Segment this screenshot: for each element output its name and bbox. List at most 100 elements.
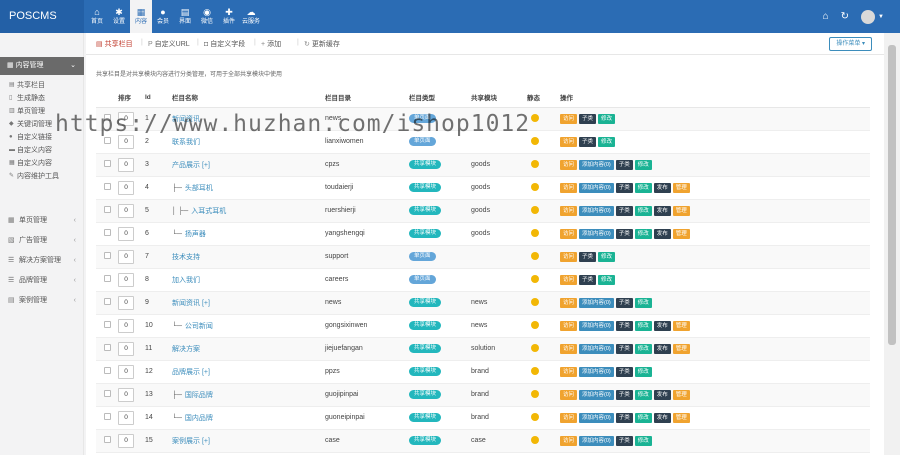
category-name-link[interactable]: 解决方案 [172, 346, 200, 353]
action-button[interactable]: 子类 [615, 159, 633, 170]
sidebar-menu-3[interactable]: ☰ 品牌管理 ‹ [0, 271, 84, 291]
action-button[interactable]: 访问 [560, 136, 578, 147]
order-input[interactable]: 0 [118, 410, 134, 425]
static-status-icon[interactable] [531, 274, 539, 283]
action-button[interactable]: 添加内容(0) [579, 412, 614, 423]
action-button[interactable]: 修改 [598, 113, 616, 124]
order-input[interactable]: 0 [118, 226, 134, 241]
topnav-item-0[interactable]: ⌂ 首页 [86, 0, 108, 33]
category-name-link[interactable]: 扬声器 [185, 231, 206, 238]
action-button[interactable]: 访问 [560, 228, 578, 239]
category-name-link[interactable]: 案例展示 [+] [172, 438, 210, 445]
action-button[interactable]: 添加内容(0) [579, 320, 614, 331]
order-input[interactable]: 0 [118, 364, 134, 379]
action-button[interactable]: 管理 [672, 205, 690, 216]
static-status-icon[interactable] [531, 205, 539, 214]
action-button[interactable]: 子类 [615, 205, 633, 216]
refresh-icon[interactable]: ↻ [841, 11, 849, 22]
row-checkbox[interactable] [104, 252, 111, 259]
action-button[interactable]: 修改 [634, 366, 652, 377]
order-input[interactable]: 0 [118, 272, 134, 287]
action-button[interactable]: 子类 [615, 366, 633, 377]
action-button[interactable]: 修改 [634, 343, 652, 354]
tab-3[interactable]: + 添加 [261, 39, 281, 49]
static-status-icon[interactable] [531, 297, 539, 306]
static-status-icon[interactable] [531, 320, 539, 329]
static-status-icon[interactable] [531, 343, 539, 352]
tab-0[interactable]: ▤ 共享栏目 [96, 39, 133, 49]
action-button[interactable]: 访问 [560, 182, 578, 193]
category-name-link[interactable]: 国内品牌 [185, 415, 213, 422]
action-button[interactable]: 访问 [560, 251, 578, 262]
category-name-link[interactable]: 国际品牌 [185, 392, 213, 399]
action-button[interactable]: 修改 [634, 159, 652, 170]
row-checkbox[interactable] [104, 344, 111, 351]
row-checkbox[interactable] [104, 367, 111, 374]
sidebar-menu-1[interactable]: ▧ 广告管理 ‹ [0, 231, 84, 251]
row-checkbox[interactable] [104, 413, 111, 420]
row-checkbox[interactable] [104, 229, 111, 236]
topnav-item-4[interactable]: ▤ 界面 [174, 0, 196, 33]
action-button[interactable]: 访问 [560, 389, 578, 400]
action-button[interactable]: 添加内容(0) [579, 297, 614, 308]
action-button[interactable]: 子类 [579, 136, 597, 147]
action-button[interactable]: 发布 [653, 320, 671, 331]
chevron-down-icon[interactable]: ▼ [878, 14, 884, 20]
action-button[interactable]: 访问 [560, 274, 578, 285]
action-button[interactable]: 子类 [615, 435, 633, 446]
order-input[interactable]: 0 [118, 433, 134, 448]
action-button[interactable]: 子类 [615, 412, 633, 423]
static-status-icon[interactable] [531, 113, 539, 122]
action-button[interactable]: 添加内容(0) [579, 182, 614, 193]
action-button[interactable]: 管理 [672, 228, 690, 239]
action-button[interactable]: 访问 [560, 412, 578, 423]
action-button[interactable]: 添加内容(0) [579, 205, 614, 216]
action-button[interactable]: 访问 [560, 113, 578, 124]
row-checkbox[interactable] [104, 298, 111, 305]
action-button[interactable]: 管理 [672, 320, 690, 331]
action-button[interactable]: 添加内容(0) [579, 435, 614, 446]
action-button[interactable]: 访问 [560, 297, 578, 308]
action-button[interactable]: 修改 [634, 205, 652, 216]
action-button[interactable]: 发布 [653, 389, 671, 400]
row-checkbox[interactable] [104, 275, 111, 282]
category-name-link[interactable]: 新闻资讯 [+] [172, 300, 210, 307]
order-input[interactable]: 0 [118, 180, 134, 195]
action-button[interactable]: 管理 [672, 343, 690, 354]
row-checkbox[interactable] [104, 183, 111, 190]
sidebar-menu-2[interactable]: ☰ 解决方案管理 ‹ [0, 251, 84, 271]
topnav-item-3[interactable]: ● 会员 [152, 0, 174, 33]
action-button[interactable]: 子类 [615, 297, 633, 308]
action-button[interactable]: 访问 [560, 366, 578, 377]
row-checkbox[interactable] [104, 160, 111, 167]
brand-logo[interactable]: POSCMS [0, 0, 84, 33]
static-status-icon[interactable] [531, 182, 539, 191]
row-checkbox[interactable] [104, 436, 111, 443]
topnav-item-7[interactable]: ☁ 云服务 [240, 0, 262, 33]
action-button[interactable]: 子类 [579, 274, 597, 285]
home-icon[interactable]: ⌂ [823, 11, 829, 22]
order-input[interactable]: 0 [118, 387, 134, 402]
action-button[interactable]: 发布 [653, 228, 671, 239]
topnav-item-6[interactable]: ✚ 插件 [218, 0, 240, 33]
action-button[interactable]: 修改 [598, 136, 616, 147]
category-name-link[interactable]: 品牌展示 [+] [172, 369, 210, 376]
order-input[interactable]: 0 [118, 341, 134, 356]
category-name-link[interactable]: 公司新闻 [185, 323, 213, 330]
action-button[interactable]: 访问 [560, 320, 578, 331]
sidebar-menu-0[interactable]: ▦ 单页管理 ‹ [0, 211, 84, 231]
action-button[interactable]: 子类 [615, 182, 633, 193]
action-button[interactable]: 修改 [598, 251, 616, 262]
action-button[interactable]: 修改 [634, 228, 652, 239]
order-input[interactable]: 0 [118, 295, 134, 310]
category-name-link[interactable]: 技术支持 [172, 254, 200, 261]
topnav-item-5[interactable]: ◉ 微信 [196, 0, 218, 33]
action-button[interactable]: 子类 [615, 228, 633, 239]
action-button[interactable]: 访问 [560, 159, 578, 170]
action-button[interactable]: 子类 [615, 343, 633, 354]
topnav-item-1[interactable]: ✱ 设置 [108, 0, 130, 33]
action-button[interactable]: 添加内容(0) [579, 389, 614, 400]
action-button[interactable]: 子类 [615, 389, 633, 400]
action-button[interactable]: 添加内容(0) [579, 343, 614, 354]
sidebar-item-6[interactable]: ▦ 自定义内容 [0, 157, 84, 170]
